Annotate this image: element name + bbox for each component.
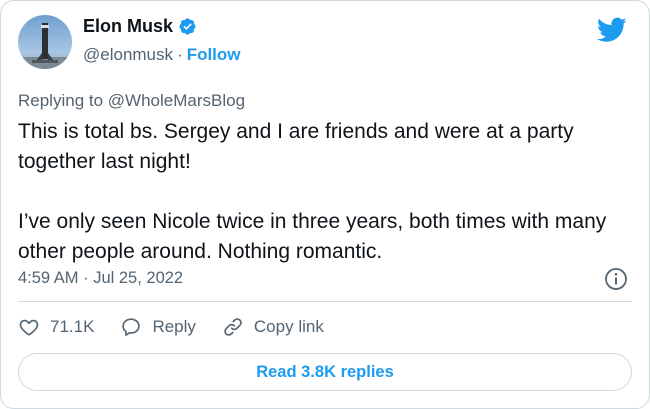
link-icon (224, 318, 242, 336)
verified-badge-icon (179, 18, 196, 35)
replying-to-label[interactable]: Replying to @WholeMarsBlog (18, 91, 245, 111)
divider (18, 301, 632, 302)
speech-bubble-icon (122, 318, 141, 336)
copy-link-label: Copy link (253, 317, 324, 336)
like-button[interactable]: 71.1K (18, 316, 94, 338)
info-icon[interactable] (604, 267, 628, 291)
follow-button[interactable]: Follow (187, 45, 241, 65)
read-replies-button[interactable]: Read 3.8K replies (18, 353, 632, 391)
tweet-text: This is total bs. Sergey and I are frien… (18, 120, 607, 263)
author-name-row: Elon Musk (83, 16, 197, 37)
copy-link-button[interactable]: Copy link (222, 316, 324, 338)
reply-button[interactable]: Reply (120, 316, 196, 338)
tweet-timestamp[interactable]: 4:59 AM · Jul 25, 2022 (18, 269, 183, 288)
heart-icon (19, 319, 39, 336)
avatar-image (18, 15, 72, 69)
author-handle[interactable]: @elonmusk (83, 45, 173, 65)
reply-label: Reply (152, 317, 196, 336)
author-handle-row: @elonmusk · Follow (83, 45, 241, 65)
twitter-bird-icon[interactable] (597, 17, 627, 43)
separator-dot: · (177, 45, 183, 64)
action-bar: 71.1K Reply Copy link (18, 316, 350, 338)
like-count: 71.1K (50, 317, 95, 336)
tweet-card: Elon Musk @elonmusk · Follow Replying to… (0, 0, 650, 409)
avatar[interactable] (18, 15, 72, 69)
author-name[interactable]: Elon Musk (83, 16, 173, 37)
